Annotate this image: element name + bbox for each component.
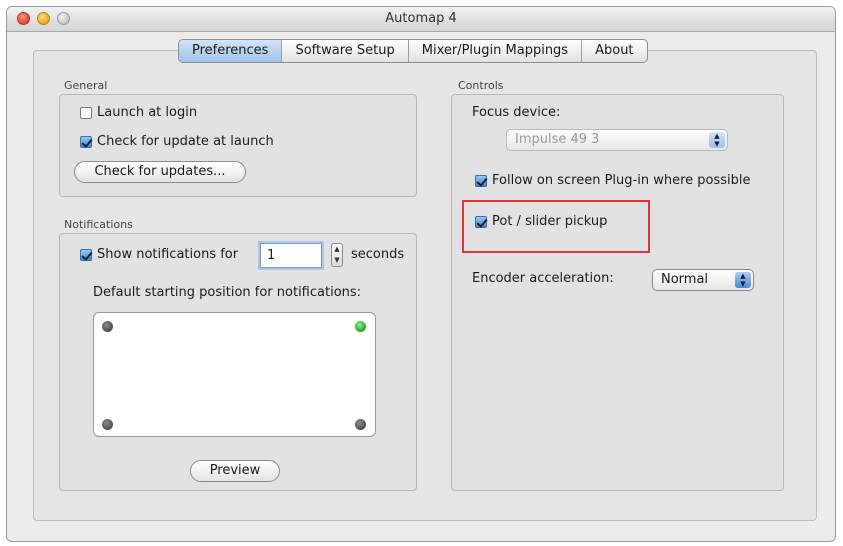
chevron-updown-icon: ▲ ▼: [735, 272, 751, 288]
show-notifications-row[interactable]: Show notifications for: [80, 247, 238, 262]
highlight-box: [462, 200, 650, 253]
check-update-label: Check for update at launch: [97, 134, 274, 149]
seconds-label: seconds: [351, 247, 405, 262]
check-update-checkbox[interactable]: [80, 135, 92, 148]
check-update-row[interactable]: Check for update at launch: [80, 134, 274, 149]
notification-seconds-input[interactable]: 1: [260, 243, 322, 268]
launch-at-login-row[interactable]: Launch at login: [80, 105, 197, 120]
position-top-left-dot[interactable]: [102, 321, 113, 332]
position-top-right-dot[interactable]: [355, 321, 366, 332]
follow-plugin-checkbox[interactable]: [475, 174, 487, 187]
focus-device-select[interactable]: Impulse 49 3 ▲ ▼: [506, 129, 728, 151]
notification-position-picker[interactable]: [93, 312, 376, 437]
launch-at-login-label: Launch at login: [97, 105, 198, 120]
controls-section-label: Controls: [458, 79, 504, 92]
check-for-updates-button[interactable]: Check for updates...: [74, 161, 246, 183]
follow-plugin-label: Follow on screen Plug-in where possible: [492, 173, 751, 188]
encoder-acceleration-value: Normal: [661, 272, 709, 287]
notification-seconds-stepper[interactable]: ▲ ▼: [331, 243, 343, 267]
preview-button[interactable]: Preview: [190, 460, 280, 482]
chevron-updown-icon: ▲ ▼: [709, 132, 725, 148]
position-label: Default starting position for notificati…: [93, 285, 362, 300]
position-bottom-left-dot[interactable]: [102, 419, 113, 430]
title-bar[interactable]: Automap 4: [7, 7, 835, 32]
show-notifications-checkbox[interactable]: [80, 248, 92, 261]
position-bottom-right-dot[interactable]: [355, 419, 366, 430]
tab-preferences[interactable]: Preferences: [179, 40, 283, 62]
notifications-section-label: Notifications: [64, 218, 133, 231]
show-notifications-label: Show notifications for: [97, 247, 239, 262]
focus-device-value: Impulse 49 3: [515, 132, 600, 147]
encoder-acceleration-select[interactable]: Normal ▲ ▼: [652, 269, 754, 291]
tab-mixer-plugin-mappings[interactable]: Mixer/Plugin Mappings: [409, 40, 583, 62]
tab-software-setup[interactable]: Software Setup: [282, 40, 409, 62]
focus-device-label: Focus device:: [472, 105, 561, 120]
follow-plugin-row[interactable]: Follow on screen Plug-in where possible: [475, 173, 750, 188]
window-title: Automap 4: [385, 11, 457, 26]
encoder-acceleration-label: Encoder acceleration:: [472, 271, 614, 286]
controls-groupbox: [451, 94, 784, 491]
tab-about[interactable]: About: [582, 40, 646, 62]
launch-at-login-checkbox[interactable]: [80, 106, 92, 119]
tab-bar: Preferences Software Setup Mixer/Plugin …: [178, 39, 648, 63]
general-section-label: General: [64, 79, 108, 92]
